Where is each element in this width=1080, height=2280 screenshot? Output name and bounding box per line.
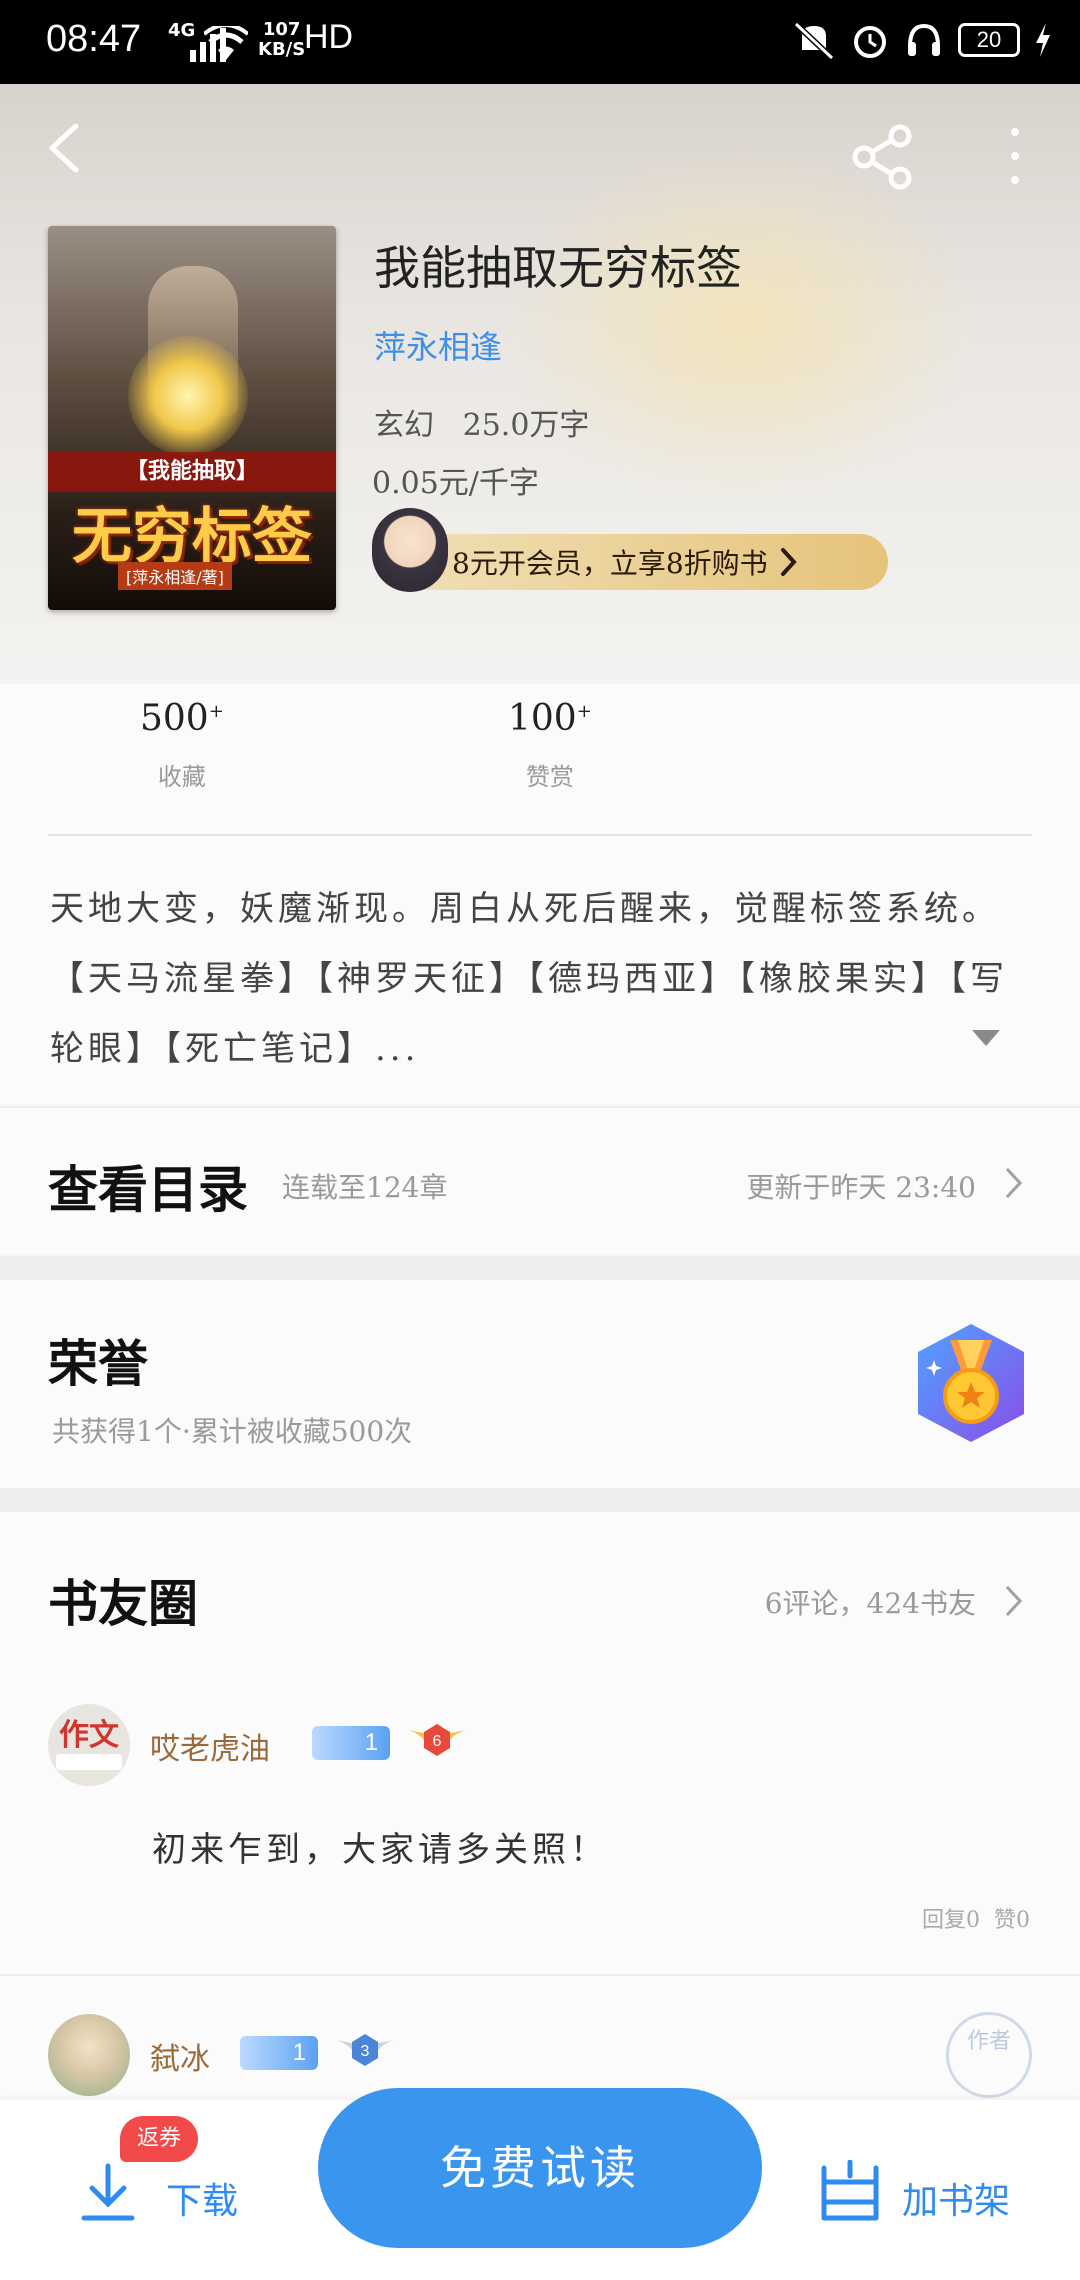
battery-indicator: 20 xyxy=(958,23,1020,57)
section-gap xyxy=(0,1256,1080,1280)
cover-author-text: [萍永相逢/著] xyxy=(118,562,232,590)
speed-unit: KB/S xyxy=(258,39,306,60)
share-button[interactable] xyxy=(848,122,918,192)
add-to-shelf-button[interactable]: 加书架 xyxy=(820,2154,1040,2234)
catalog-title: 查看目录 xyxy=(48,1160,248,1219)
vip-promo-banner[interactable]: 8元开会员，立享8折购书 xyxy=(380,534,888,590)
stat-favorites-number: 500+ xyxy=(140,698,224,739)
stat-favorites-value: 500 xyxy=(140,698,209,739)
friends-summary[interactable]: 6评论，424书友 xyxy=(765,1582,976,1622)
post-username[interactable]: 哎老虎油 xyxy=(150,1724,270,1768)
stat-favorites[interactable]: 500+ 收藏 xyxy=(140,698,224,792)
mute-icon xyxy=(793,21,835,60)
book-title: 我能抽取无穷标签 xyxy=(374,241,742,295)
fan-level-badge: 1 xyxy=(240,2036,318,2070)
section-gap xyxy=(0,1488,1080,1512)
catalog-row[interactable]: 查看目录 连载至124章 更新于昨天 23:40 xyxy=(0,1106,1080,1254)
stat-favorites-label: 收藏 xyxy=(157,763,206,791)
back-button[interactable] xyxy=(38,120,94,176)
add-shelf-label: 加书架 xyxy=(902,2181,1011,2222)
book-author-link[interactable]: 萍永相逢 xyxy=(374,322,502,368)
headphones-icon xyxy=(908,23,940,56)
wifi-icon xyxy=(204,26,248,60)
post-username[interactable]: 弑冰 xyxy=(150,2034,210,2078)
honor-title: 荣誉 xyxy=(48,1334,148,1393)
stat-rewards[interactable]: 100+ 赞赏 xyxy=(508,698,592,792)
book-price: 0.05元/千字 xyxy=(372,466,539,501)
net-speed: 107 KB/S xyxy=(258,20,305,60)
bookshelf-icon xyxy=(821,2160,879,2221)
avatar-caption xyxy=(56,1754,122,1770)
cover-band-text: 【我能抽取】 xyxy=(48,452,336,492)
download-label: 下载 xyxy=(166,2181,239,2222)
vip-promo-text: 8元开会员，立享8折购书 xyxy=(452,547,768,580)
speed-value: 107 xyxy=(262,19,301,40)
download-icon xyxy=(81,2163,135,2221)
status-bar: 08:47 4G 107 KB/S HD 20 xyxy=(0,0,1080,84)
rank-wing-icon: 6 xyxy=(408,1724,466,1756)
stat-favorites-suffix: + xyxy=(208,701,224,722)
user-avatar[interactable] xyxy=(48,2014,130,2096)
friends-title: 书友圈 xyxy=(48,1574,198,1633)
status-time: 08:47 xyxy=(46,18,142,60)
catalog-status: 连载至124章 xyxy=(282,1171,448,1204)
book-genre-wordcount: 玄幻 25.0万字 xyxy=(374,408,590,443)
post-stats: 回复0 赞0 xyxy=(922,1908,1030,1933)
user-avatar[interactable]: 作文 xyxy=(48,1704,130,1786)
free-read-button[interactable]: 免费试读 xyxy=(318,2088,762,2248)
charging-icon xyxy=(1036,23,1050,57)
cover-halo xyxy=(128,336,248,456)
stat-rewards-label: 赞赏 xyxy=(525,763,574,791)
more-options-button[interactable] xyxy=(1000,124,1030,188)
rank-number: 6 xyxy=(433,1733,442,1750)
description-text: 天地大变，妖魔渐现。周白从死后醒来，觉醒标签系统。【天马流星拳】【神罗天征】【德… xyxy=(50,889,1008,1069)
alarm-icon xyxy=(854,26,886,58)
chevron-right-icon xyxy=(1005,1167,1023,1199)
honor-summary: 共获得1个·累计被收藏500次 xyxy=(52,1415,413,1448)
stat-rewards-value: 100 xyxy=(508,698,577,739)
chevron-right-icon xyxy=(780,548,797,576)
coupon-badge: 返券 xyxy=(120,2116,198,2162)
stat-rewards-number: 100+ xyxy=(508,698,592,739)
status-icons: 20 xyxy=(792,20,1052,60)
divider xyxy=(0,1974,1080,1976)
chevron-right-icon[interactable] xyxy=(1004,1584,1024,1618)
download-button[interactable]: 下载 xyxy=(80,2154,280,2234)
avatar-text: 作文 xyxy=(59,1718,119,1753)
book-description[interactable]: 天地大变，妖魔渐现。周白从死后醒来，觉醒标签系统。【天马流星拳】【神罗天征】【德… xyxy=(0,836,1080,1104)
catalog-updated: 更新于昨天 23:40 xyxy=(746,1171,976,1204)
vip-mascot-avatar xyxy=(372,508,448,592)
header-glow xyxy=(500,144,980,504)
hd-indicator: HD xyxy=(304,18,354,56)
honor-section[interactable]: 荣誉 共获得1个·累计被收藏500次 xyxy=(0,1280,1080,1488)
book-cover[interactable]: 【我能抽取】 无穷标签 [萍永相逢/著] xyxy=(48,226,336,610)
book-header: 【我能抽取】 无穷标签 [萍永相逢/著] 我能抽取无穷标签 萍永相逢 玄幻 25… xyxy=(0,84,1080,684)
rank-number: 3 xyxy=(361,2043,370,2060)
author-stamp: 作者 xyxy=(946,2012,1032,2098)
expand-down-icon[interactable] xyxy=(970,1028,1002,1048)
medal-icon[interactable] xyxy=(912,1320,1030,1446)
book-stats: 500+ 收藏 100+ 赞赏 xyxy=(0,684,1080,836)
stat-rewards-suffix: + xyxy=(576,701,592,722)
rank-wing-icon: 3 xyxy=(336,2034,394,2066)
fan-level-badge: 1 xyxy=(312,1726,390,1760)
post-content[interactable]: 初来乍到，大家请多关照！ xyxy=(152,1822,608,1871)
